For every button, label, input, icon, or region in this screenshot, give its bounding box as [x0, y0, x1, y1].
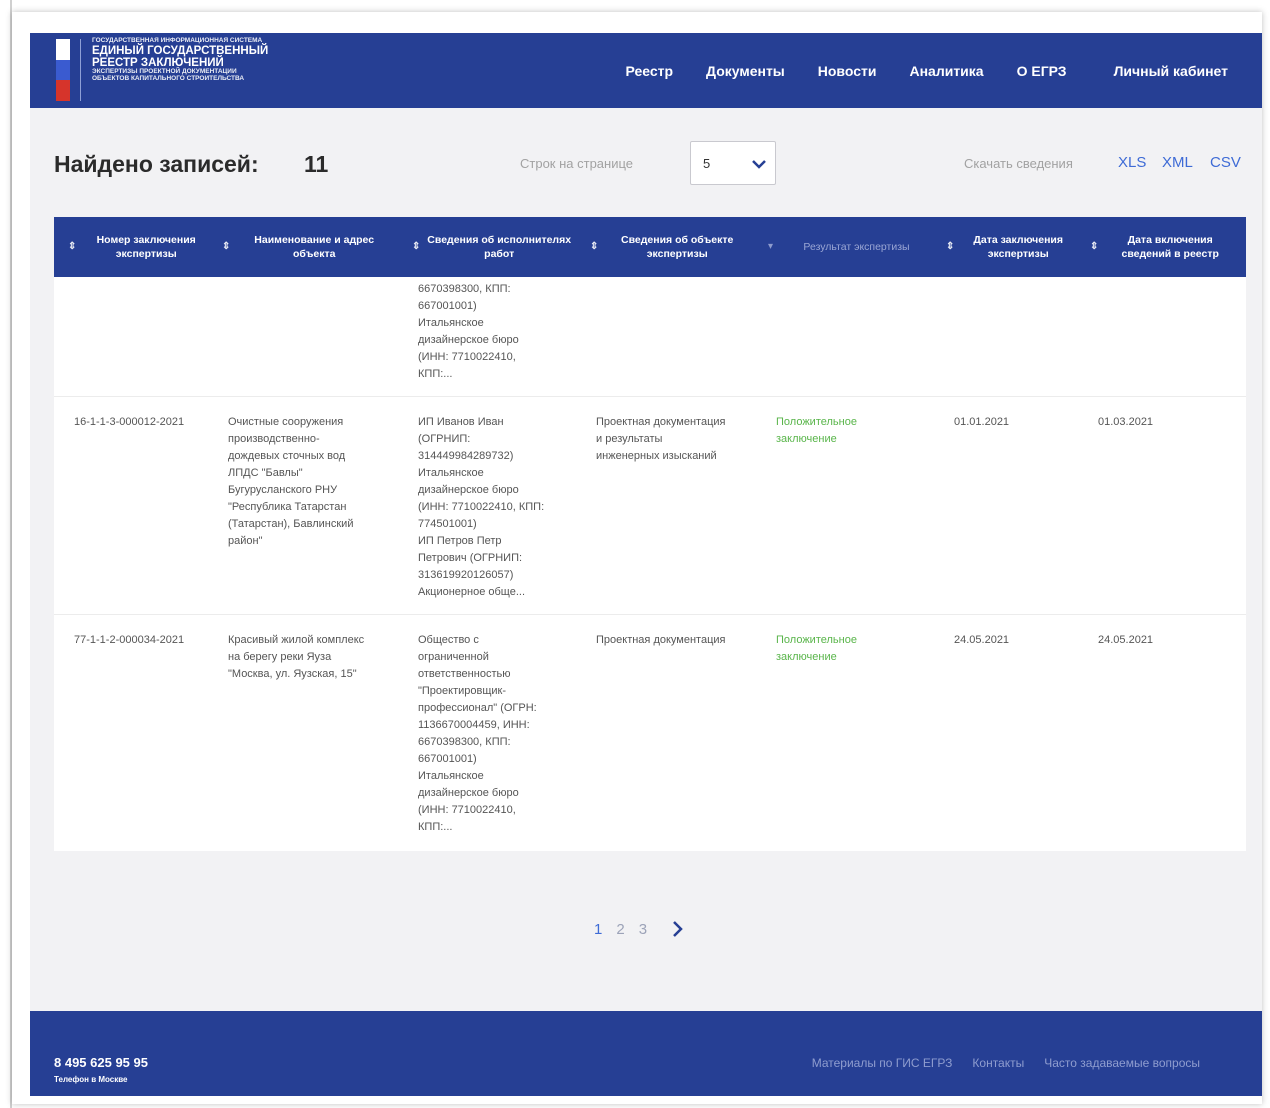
pagination: 1 2 3: [594, 920, 685, 938]
cell-result: Положительное заключение: [776, 634, 857, 663]
nav-documents[interactable]: Документы: [706, 63, 785, 79]
cell-executors: Общество с ограниченной ответственностью…: [418, 634, 537, 833]
column-header-result[interactable]: ▾ Результат экспертизы: [768, 217, 934, 277]
content-area: Найдено записей: 11 Строк на странице 5 …: [30, 108, 1262, 1011]
site-logo[interactable]: ГОСУДАРСТВЕННАЯ ИНФОРМАЦИОННАЯ СИСТЕМА Е…: [92, 37, 302, 83]
logo-title-line1: ЕДИНЫЙ ГОСУДАРСТВЕННЫЙ: [92, 44, 269, 57]
footer-link-materials[interactable]: Материалы по ГИС ЕГРЗ: [812, 1056, 953, 1070]
site-header: ГОСУДАРСТВЕННАЯ ИНФОРМАЦИОННАЯ СИСТЕМА Е…: [30, 33, 1262, 108]
found-records-count: 11: [304, 151, 329, 177]
nav-registry[interactable]: Реестр: [625, 63, 673, 79]
download-xml-link[interactable]: XML: [1162, 154, 1193, 171]
download-csv-link[interactable]: CSV: [1210, 154, 1241, 171]
cell-subject: Проектная документация: [596, 634, 726, 646]
main-nav: Реестр Документы Новости Аналитика О ЕГР…: [625, 33, 1228, 108]
logo-divider: [80, 39, 81, 101]
cell-date-conclusion: 01.01.2021: [954, 416, 1010, 428]
rows-per-page-select[interactable]: 5: [690, 141, 776, 185]
sort-icon: ⇕: [1090, 241, 1099, 253]
download-label: Скачать сведения: [964, 156, 1073, 171]
found-records-label: Найдено записей:: [54, 151, 259, 177]
cell-date-conclusion: 24.05.2021: [954, 634, 1010, 646]
nav-news[interactable]: Новости: [818, 63, 877, 79]
table-body: 6670398300, КПП: 667001001) Итальянское …: [54, 277, 1246, 851]
table-row[interactable]: 16-1-1-3-000012-2021 Очистные сооружения…: [54, 397, 1246, 615]
rows-per-page-value: 5: [703, 156, 711, 171]
cell-object: Красивый жилой комплекс на берегу реки Я…: [228, 634, 365, 680]
cell-number[interactable]: 16-1-1-3-000012-2021: [74, 414, 214, 431]
footer-links: Материалы по ГИС ЕГРЗ Контакты Часто зад…: [812, 1056, 1200, 1070]
flag-logo-icon: [56, 39, 70, 101]
cell-date-registry: 01.03.2021: [1098, 416, 1154, 428]
cell-date-registry: 24.05.2021: [1098, 634, 1154, 646]
results-table: ⇕ Номер заключения экспертизы ⇕ Наименов…: [54, 217, 1246, 851]
cell-number[interactable]: 77-1-1-2-000034-2021: [74, 632, 214, 649]
column-header-date-conclusion[interactable]: ⇕ Дата заключения экспертизы: [946, 217, 1076, 277]
chevron-right-icon[interactable]: [671, 920, 685, 938]
site-footer: 8 495 625 95 95 Телефон в Москве Материа…: [30, 1011, 1262, 1096]
rows-per-page-label: Строк на странице: [520, 156, 634, 171]
download-xls-link[interactable]: XLS: [1118, 154, 1146, 171]
footer-link-contacts[interactable]: Контакты: [972, 1056, 1024, 1070]
column-header-number[interactable]: ⇕ Номер заключения экспертизы: [68, 217, 210, 277]
column-header-subject[interactable]: ⇕ Сведения об объекте экспертизы: [590, 217, 750, 277]
sort-icon: ⇕: [222, 241, 231, 253]
column-header-executors[interactable]: ⇕ Сведения об исполнителях работ: [412, 217, 572, 277]
cell-executors: ИП Иванов Иван (ОГРНИП: 314449984289732)…: [418, 416, 545, 598]
cell-subject: Проектная документация и результаты инже…: [596, 416, 726, 462]
sort-icon: ⇕: [590, 241, 599, 253]
column-header-date-registry[interactable]: ⇕ Дата включения сведений в реестр: [1090, 217, 1236, 277]
page-link-3[interactable]: 3: [639, 921, 647, 938]
filter-icon: ▾: [768, 241, 774, 253]
footer-link-faq[interactable]: Часто задаваемые вопросы: [1044, 1056, 1200, 1070]
footer-phone[interactable]: 8 495 625 95 95: [54, 1055, 148, 1070]
page-link-1[interactable]: 1: [594, 921, 602, 938]
table-row[interactable]: 6670398300, КПП: 667001001) Итальянское …: [54, 277, 1246, 397]
nav-personal-cabinet[interactable]: Личный кабинет: [1114, 63, 1228, 79]
sort-icon: ⇕: [946, 241, 955, 253]
nav-about[interactable]: О ЕГРЗ: [1017, 63, 1067, 79]
footer-phone-note: Телефон в Москве: [54, 1075, 128, 1084]
table-header: ⇕ Номер заключения экспертизы ⇕ Наименов…: [54, 217, 1246, 277]
chevron-down-icon: [752, 160, 766, 169]
table-row[interactable]: 77-1-1-2-000034-2021 Красивый жилой комп…: [54, 615, 1246, 851]
logo-subtitle-2: ОБЪЕКТОВ КАПИТАЛЬНОГО СТРОИТЕЛЬСТВА: [92, 74, 245, 82]
logo-subtitle-top: ГОСУДАРСТВЕННАЯ ИНФОРМАЦИОННАЯ СИСТЕМА: [92, 37, 263, 44]
cell-object: Очистные сооружения производственно- дож…: [228, 416, 354, 547]
sort-icon: ⇕: [68, 241, 77, 253]
sort-icon: ⇕: [412, 241, 421, 253]
page-link-2[interactable]: 2: [616, 921, 624, 938]
cell-executors: 6670398300, КПП: 667001001) Итальянское …: [418, 283, 519, 380]
nav-analytics[interactable]: Аналитика: [909, 63, 983, 79]
column-header-object[interactable]: ⇕ Наименование и адрес объекта: [222, 217, 392, 277]
cell-result: Положительное заключение: [776, 416, 857, 445]
